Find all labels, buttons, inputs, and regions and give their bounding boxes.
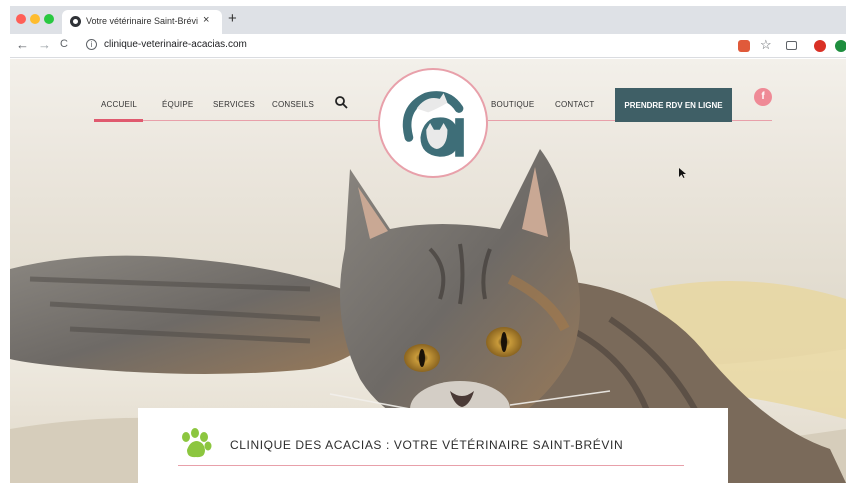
- camera-icon[interactable]: [786, 41, 797, 50]
- mouse-cursor-icon: [679, 168, 686, 178]
- reload-button[interactable]: C: [60, 38, 68, 50]
- clinic-logo[interactable]: [378, 68, 488, 178]
- book-appointment-button[interactable]: PRENDRE RDV EN LIGNE: [615, 88, 732, 122]
- tab-close-icon[interactable]: ×: [203, 14, 209, 26]
- tab-bar: Votre vétérinaire Saint-Brévin × +: [10, 6, 846, 34]
- url-text[interactable]: clinique-veterinaire-acacias.com: [104, 39, 247, 50]
- info-icon[interactable]: i: [86, 39, 97, 50]
- maximize-window-button[interactable]: [44, 14, 54, 24]
- minimize-window-button[interactable]: [30, 14, 40, 24]
- address-bar[interactable]: i clinique-veterinaire-acacias.com: [82, 36, 722, 55]
- page-heading: CLINIQUE DES ACACIAS : VOTRE VÉTÉRINAIRE…: [230, 438, 624, 452]
- logo-emblem-icon: [386, 76, 480, 170]
- intro-card: CLINIQUE DES ACACIAS : VOTRE VÉTÉRINAIRE…: [138, 408, 728, 483]
- address-toolbar: ← → C i clinique-veterinaire-acacias.com…: [10, 34, 846, 58]
- browser-tab[interactable]: Votre vétérinaire Saint-Brévin ×: [62, 10, 222, 34]
- search-icon[interactable]: [334, 95, 348, 109]
- heading-underline: [178, 465, 684, 466]
- bookmark-star-icon[interactable]: ☆: [760, 37, 772, 53]
- close-window-button[interactable]: [16, 14, 26, 24]
- nav-services[interactable]: SERVICES: [213, 100, 255, 109]
- tab-title: Votre vétérinaire Saint-Brévin: [86, 16, 198, 26]
- forward-button[interactable]: →: [38, 37, 51, 52]
- nav-contact[interactable]: CONTACT: [555, 100, 594, 109]
- nav-boutique[interactable]: BOUTIQUE: [491, 100, 534, 109]
- extension-g-icon[interactable]: [738, 40, 750, 52]
- facebook-icon[interactable]: f: [754, 88, 772, 106]
- extension-o-icon[interactable]: [835, 40, 846, 52]
- nav-active-indicator: [94, 119, 143, 122]
- back-button[interactable]: ←: [16, 37, 29, 52]
- new-tab-button[interactable]: +: [228, 10, 237, 27]
- nav-equipe[interactable]: ÉQUIPE: [162, 100, 193, 109]
- nav-conseils[interactable]: CONSEILS: [272, 100, 314, 109]
- extension-c-icon[interactable]: [814, 40, 826, 52]
- nav-accueil[interactable]: ACCUEIL: [101, 100, 137, 109]
- web-page: ACCUEIL ÉQUIPE SERVICES CONSEILS BOUTIQU…: [10, 59, 846, 483]
- paw-icon: [182, 428, 212, 458]
- browser-window: Votre vétérinaire Saint-Brévin × + ← → C…: [10, 6, 846, 483]
- favicon-icon: [70, 16, 81, 27]
